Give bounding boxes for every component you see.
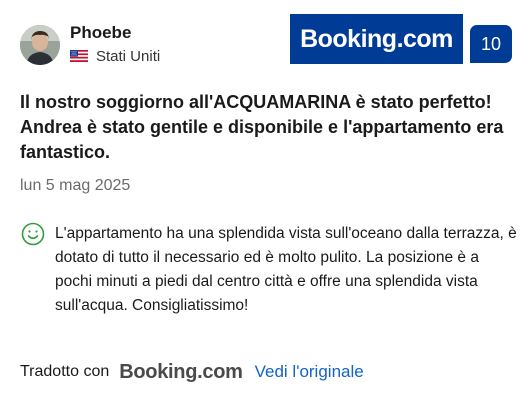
review-date: lun 5 mag 2025 [20,177,131,194]
see-original-link[interactable]: Vedi l'originale [255,362,364,382]
review-body: L'appartamento ha una splendida vista su… [55,225,517,314]
country-name: Stati Uniti [96,47,161,65]
us-flag-icon [70,50,88,62]
review-card: Phoebe Stati Uniti Booking.com 10 Il nos… [0,0,530,400]
translation-notice: Tradotto con Booking.com Vedi l'original… [20,358,364,386]
reviewer-country: Stati Uniti [70,46,160,66]
translation-provider-logo: Booking.com [119,360,243,383]
avatar [20,25,60,65]
smiley-icon [21,222,45,246]
review-score-badge: 10 [470,25,512,63]
review-title: Il nostro soggiorno all'ACQUAMARINA è st… [20,92,504,162]
reviewer-name: Phoebe [70,23,132,42]
booking-logo: Booking.com [290,14,463,64]
translated-with-label: Tradotto con [20,363,110,380]
